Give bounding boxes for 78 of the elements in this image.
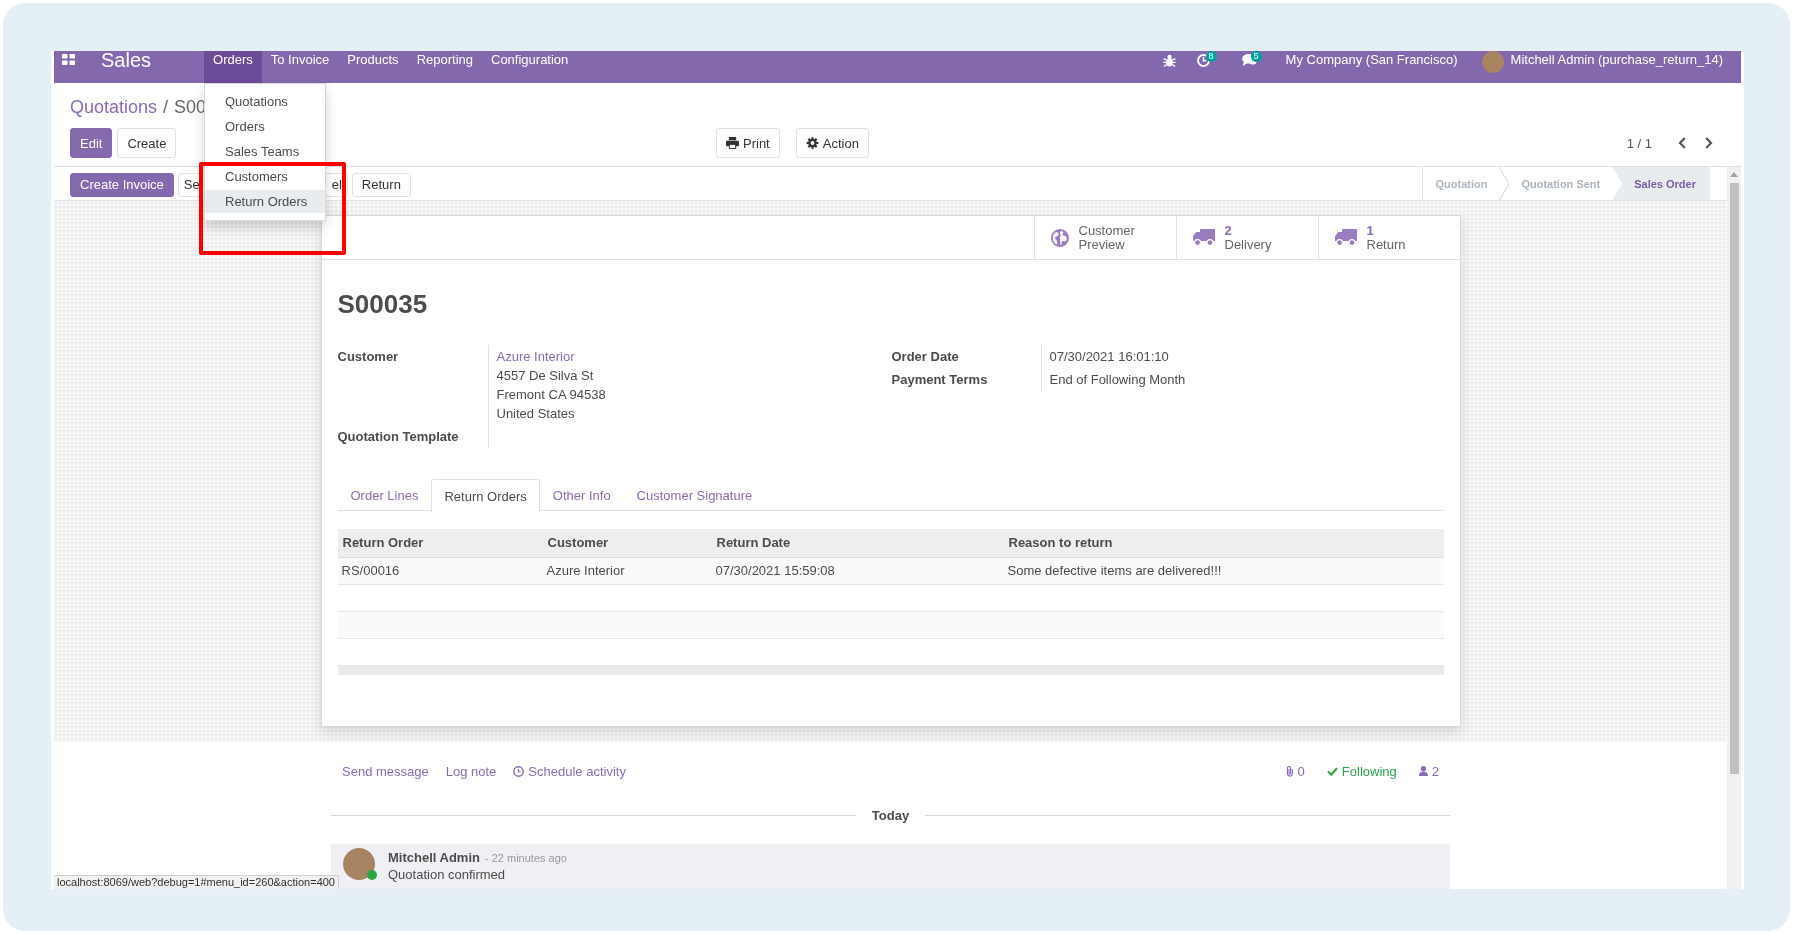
scrollbar-thumb[interactable] <box>1729 183 1739 774</box>
truck-icon <box>1192 229 1215 246</box>
nav-menu-item[interactable]: Orders <box>204 51 262 83</box>
address-line: Fremont CA 94538 <box>496 386 606 404</box>
dropdown-item[interactable]: Sales Teams <box>205 143 325 160</box>
return-button[interactable]: Return <box>351 172 411 197</box>
app-title[interactable]: Sales <box>101 51 152 70</box>
chevron-right-icon[interactable] <box>1705 137 1713 149</box>
status-url-tooltip: localhost:8069/web?debug=1#menu_id=260&action=400 <box>54 875 339 889</box>
company-switcher[interactable]: My Company (San Francisco) <box>1285 51 1458 68</box>
table-cell: RS/00016 <box>337 557 543 584</box>
user-icon <box>1418 766 1428 776</box>
notification-badge: 8 <box>1205 51 1217 62</box>
table-cell: Some defective items are delivered!!! <box>1003 557 1444 584</box>
followers-button[interactable]: 2 <box>1418 761 1439 781</box>
printer-icon <box>726 137 739 149</box>
field-value: 07/30/2021 16:01:10 <box>1049 348 1169 366</box>
dropdown-item[interactable]: Quotations <box>205 93 325 110</box>
notebook-tab[interactable]: Customer Signature <box>623 479 766 511</box>
pager-value: 1 / 1 <box>1626 135 1652 151</box>
message-time: - 22 minutes ago <box>484 851 567 866</box>
field-label: Customer <box>337 348 400 366</box>
date-separator: Today <box>870 807 911 823</box>
print-button[interactable]: Print <box>716 128 780 158</box>
nav-menu-item[interactable]: To Invoice <box>261 51 339 83</box>
address-line: 4557 De Silva St <box>496 367 594 385</box>
user-avatar <box>1481 51 1504 73</box>
dropdown-item[interactable]: Orders <box>205 118 325 135</box>
apps-grid-icon[interactable] <box>62 54 75 65</box>
clock-icon <box>513 765 525 777</box>
field-label: Quotation Template <box>337 428 460 446</box>
status-step[interactable]: Sales Order <box>1612 167 1710 200</box>
truck-icon <box>1334 229 1357 246</box>
column-header[interactable]: Return Date <box>711 529 1004 557</box>
column-header[interactable]: Return Order <box>337 529 543 557</box>
user-avatar <box>343 848 375 880</box>
record-title: S00035 <box>337 289 429 319</box>
nav-menu-item[interactable]: Products <box>338 51 408 83</box>
clock-icon[interactable] <box>1196 54 1210 67</box>
notebook-tab[interactable]: Other Info <box>539 479 624 511</box>
user-menu[interactable]: Mitchell Admin (purchase_return_14) <box>1510 51 1723 68</box>
dropdown-item[interactable]: Return Orders <box>205 190 325 213</box>
attachments-button[interactable]: 0 <box>1285 761 1305 781</box>
create-invoice-button[interactable]: Create Invoice <box>70 172 174 197</box>
field-label: Payment Terms <box>891 371 989 389</box>
notebook-tab[interactable]: Order Lines <box>337 479 432 511</box>
chatter-link[interactable]: Log note <box>445 761 497 781</box>
message-author: Mitchell Admin <box>388 850 480 866</box>
follow-button[interactable]: Following <box>1326 761 1397 781</box>
schedule-activity-link[interactable]: Schedule activity <box>513 761 626 781</box>
smart-button[interactable]: Customer Preview <box>1033 216 1176 259</box>
field-value: End of Following Month <box>1049 371 1186 389</box>
smart-button[interactable]: 2 Delivery <box>1175 216 1318 259</box>
column-header[interactable]: Customer <box>542 529 712 557</box>
smart-button[interactable]: 1 Return <box>1317 216 1460 259</box>
table-cell: 07/30/2021 15:59:08 <box>711 557 1004 584</box>
chatter-link[interactable]: Send message <box>342 761 429 781</box>
create-button[interactable]: Create <box>117 128 177 158</box>
gear-icon <box>805 137 819 149</box>
nav-menu-item[interactable]: Configuration <box>482 51 578 83</box>
column-header[interactable]: Reason to return <box>1003 529 1444 557</box>
field-label: Order Date <box>891 348 960 366</box>
chevron-left-icon[interactable] <box>1678 137 1686 149</box>
address-line: United States <box>496 405 575 423</box>
check-icon <box>1326 766 1338 776</box>
bug-icon[interactable] <box>1162 54 1176 67</box>
breadcrumb-separator: / <box>163 96 169 118</box>
breadcrumb-link[interactable]: Quotations <box>70 96 158 118</box>
notification-badge: 5 <box>1250 51 1262 62</box>
edit-button[interactable]: Edit <box>70 128 113 158</box>
message-body: Quotation confirmed <box>388 866 507 884</box>
paperclip-icon <box>1285 765 1294 777</box>
nav-menu-item[interactable]: Reporting <box>407 51 482 83</box>
table-cell: Azure Interior <box>542 557 712 584</box>
customer-link[interactable]: Azure Interior <box>496 347 575 366</box>
notebook-tab[interactable]: Return Orders <box>431 479 540 512</box>
action-button[interactable]: Action <box>795 128 869 158</box>
globe-icon <box>1050 228 1069 247</box>
